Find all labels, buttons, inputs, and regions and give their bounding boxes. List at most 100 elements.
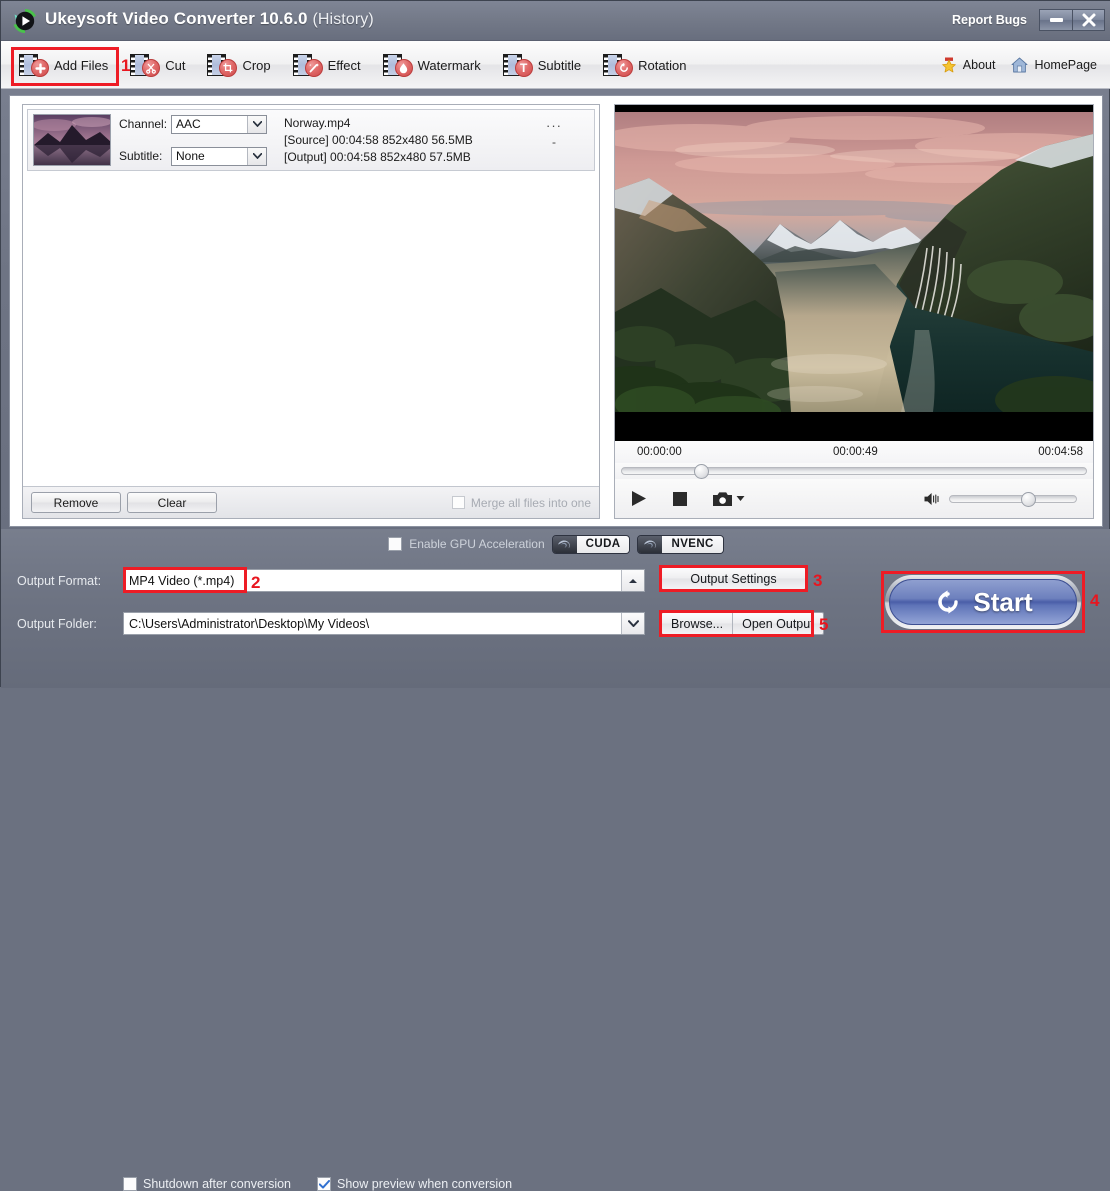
browse-button[interactable]: Browse... — [662, 613, 732, 634]
chevron-down-icon — [247, 116, 266, 133]
file-list[interactable]: Channel: AAC Subtitle: None — [23, 105, 599, 486]
chevron-down-icon[interactable] — [621, 613, 644, 634]
file-item-actions: ··· - — [524, 118, 584, 151]
file-list-item[interactable]: Channel: AAC Subtitle: None — [27, 109, 595, 171]
toolbar-item-add-files[interactable]: Add Files — [15, 50, 118, 80]
timeline-labels: 00:00:00 00:00:49 00:04:58 — [615, 441, 1093, 463]
output-format-select[interactable]: MP4 Video (*.mp4) — [123, 569, 645, 592]
subtitle-label: Subtitle: — [119, 149, 171, 163]
app-window: Ukeysoft Video Converter 10.6.0 (History… — [0, 0, 1110, 687]
convert-icon — [933, 587, 963, 617]
show-preview-checkbox[interactable] — [317, 1177, 331, 1191]
report-bugs-link[interactable]: Report Bugs — [952, 13, 1027, 27]
shutdown-after-conversion-option[interactable]: Shutdown after conversion — [123, 1177, 291, 1191]
file-output-info: [Output] 00:04:58 852x480 57.5MB — [284, 149, 594, 166]
output-folder-value: C:\Users\Administrator\Desktop\My Videos… — [124, 617, 369, 631]
window-title: Ukeysoft Video Converter 10.6.0 (History… — [45, 9, 374, 29]
close-icon — [1081, 12, 1097, 28]
merge-files-option[interactable]: Merge all files into one — [452, 496, 591, 510]
volume-control — [924, 492, 1077, 506]
start-button[interactable]: Start — [885, 575, 1081, 629]
toolbar-item-label: Subtitle — [538, 58, 581, 73]
video-frame — [615, 112, 1093, 412]
title-bar: Ukeysoft Video Converter 10.6.0 (History… — [1, 1, 1110, 41]
channel-label: Channel: — [119, 117, 171, 131]
nvenc-chip[interactable]: NVENC — [637, 535, 723, 554]
merge-files-checkbox[interactable] — [452, 496, 465, 509]
toolbar-item-label: Rotation — [638, 58, 686, 73]
channel-select[interactable]: AAC — [171, 115, 267, 134]
file-thumbnail — [33, 114, 111, 166]
cuda-chip[interactable]: CUDA — [552, 535, 631, 554]
channel-value: AAC — [172, 117, 201, 131]
start-button-label: Start — [973, 587, 1032, 618]
remove-button[interactable]: Remove — [31, 492, 121, 513]
homepage-link[interactable]: HomePage — [1011, 57, 1097, 73]
add-files-icon — [19, 53, 49, 77]
check-icon — [319, 1180, 330, 1189]
subtitle-select[interactable]: None — [171, 147, 267, 166]
video-preview[interactable] — [615, 105, 1093, 441]
chevron-up-icon[interactable] — [621, 570, 644, 591]
time-current: 00:00:49 — [833, 446, 878, 458]
watermark-icon — [383, 53, 413, 77]
rotation-icon — [603, 53, 633, 77]
about-link[interactable]: About — [941, 57, 996, 73]
seek-bar[interactable] — [621, 467, 1087, 475]
volume-icon[interactable] — [924, 492, 941, 506]
window-title-history: (History) — [312, 11, 373, 28]
about-label: About — [963, 58, 996, 72]
toolbar-right-links: About HomePage — [941, 41, 1097, 89]
output-folder-label: Output Folder: — [17, 617, 97, 631]
main-area: Channel: AAC Subtitle: None — [9, 95, 1103, 527]
minimize-button[interactable] — [1039, 9, 1072, 31]
snapshot-button[interactable] — [713, 491, 745, 507]
toolbar-item-label: Add Files — [54, 58, 108, 73]
toolbar-item-cut[interactable]: Cut — [126, 50, 195, 80]
playback-controls — [615, 479, 1093, 518]
cut-icon — [130, 53, 160, 77]
output-settings-button[interactable]: Output Settings — [661, 567, 806, 590]
close-button[interactable] — [1072, 9, 1105, 31]
output-folder-input[interactable]: C:\Users\Administrator\Desktop\My Videos… — [123, 612, 645, 635]
time-start: 00:00:00 — [637, 446, 682, 458]
toolbar-item-effect[interactable]: Effect — [289, 50, 371, 80]
toolbar-item-watermark[interactable]: Watermark — [379, 50, 491, 80]
toolbar-item-rotation[interactable]: Rotation — [599, 50, 696, 80]
shutdown-after-conversion-checkbox[interactable] — [123, 1177, 137, 1191]
seek-handle[interactable] — [694, 464, 709, 479]
open-output-button[interactable]: Open Output — [732, 613, 823, 634]
clear-button[interactable]: Clear — [127, 492, 217, 513]
gpu-acceleration-checkbox[interactable] — [388, 537, 402, 551]
conversion-options: Shutdown after conversion Show preview w… — [123, 1177, 512, 1191]
file-panel: Channel: AAC Subtitle: None — [22, 104, 600, 519]
time-total: 00:04:58 — [1038, 446, 1083, 458]
stop-button[interactable] — [673, 492, 687, 506]
channel-row: Channel: AAC — [119, 112, 274, 136]
show-preview-option[interactable]: Show preview when conversion — [317, 1177, 512, 1191]
toolbar-item-label: Watermark — [418, 58, 481, 73]
home-icon — [1011, 57, 1028, 73]
chevron-down-icon — [736, 495, 745, 502]
gpu-acceleration-row: Enable GPU Acceleration CUDA NV — [1, 533, 1110, 555]
output-format-value: MP4 Video (*.mp4) — [124, 574, 234, 588]
subtitle-value: None — [172, 149, 205, 163]
nvidia-icon — [638, 536, 662, 553]
subtitle-icon: T — [503, 53, 533, 77]
toolbar-item-subtitle[interactable]: T Subtitle — [499, 50, 591, 80]
preview-panel: 00:00:00 00:00:49 00:04:58 — [614, 104, 1094, 519]
shutdown-after-conversion-label: Shutdown after conversion — [143, 1177, 291, 1191]
homepage-label: HomePage — [1034, 58, 1097, 72]
nvenc-label: NVENC — [662, 536, 722, 553]
chevron-down-icon — [247, 148, 266, 165]
window-controls — [1039, 9, 1105, 31]
toolbar-item-crop[interactable]: Crop — [203, 50, 280, 80]
browse-group: Browse... Open Output — [661, 612, 824, 635]
volume-slider[interactable] — [949, 495, 1077, 503]
gpu-acceleration-label: Enable GPU Acceleration — [409, 537, 544, 551]
output-format-label: Output Format: — [17, 574, 101, 588]
play-button[interactable] — [631, 490, 647, 507]
more-options-icon[interactable]: ··· — [524, 118, 584, 133]
toolbar-items: Add Files Cut — [15, 41, 705, 89]
volume-handle[interactable] — [1021, 492, 1036, 507]
